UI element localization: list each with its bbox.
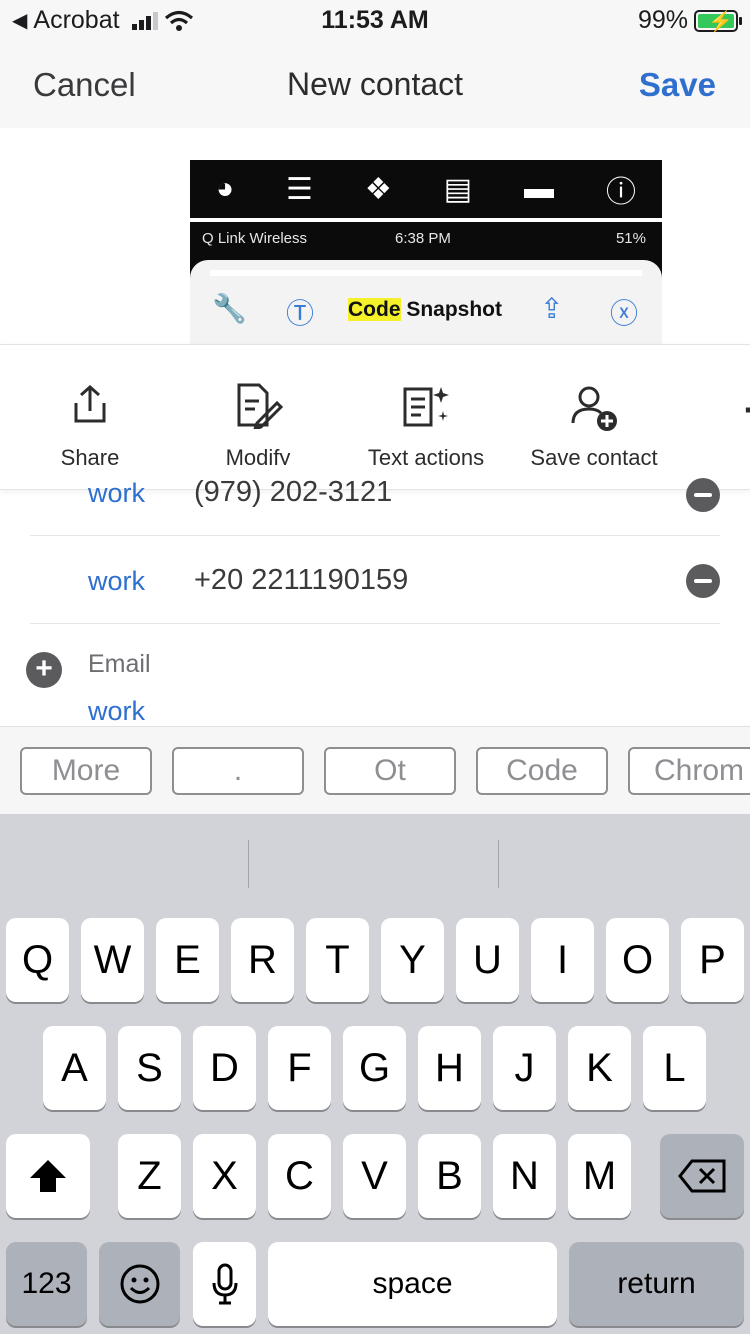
- keyboard: Q W E R T Y U I O P A S D F G H J K L Z …: [0, 814, 750, 1334]
- shift-key[interactable]: [6, 1134, 90, 1218]
- upload-icon: ⇪: [540, 293, 564, 324]
- numbers-key[interactable]: 123: [6, 1242, 87, 1326]
- suggestion-chip[interactable]: More: [20, 747, 152, 795]
- share-icon: [10, 383, 170, 435]
- return-key[interactable]: return: [569, 1242, 744, 1326]
- phone-row[interactable]: work (979) 202-3121: [30, 448, 720, 536]
- predictive-bar: [0, 814, 750, 904]
- phone-type[interactable]: work: [88, 566, 145, 597]
- suggestion-chip[interactable]: .: [172, 747, 304, 795]
- nav-bar: Cancel New contact Save: [0, 40, 750, 128]
- battery-status: 99% ⚡: [637, 6, 742, 35]
- info-icon: ⓘ: [605, 176, 636, 209]
- save-button[interactable]: Save: [639, 66, 716, 104]
- key-h[interactable]: H: [418, 1026, 481, 1110]
- document-icon: ▤: [443, 172, 473, 206]
- key-c[interactable]: C: [268, 1134, 331, 1218]
- phone-type[interactable]: work: [88, 478, 145, 509]
- key-f[interactable]: F: [268, 1026, 331, 1110]
- key-b[interactable]: B: [418, 1134, 481, 1218]
- suggestion-chip[interactable]: Ot: [324, 747, 456, 795]
- add-email-icon[interactable]: +: [26, 652, 62, 688]
- email-label: Email: [88, 650, 151, 678]
- key-y[interactable]: Y: [381, 918, 444, 1002]
- key-x[interactable]: X: [193, 1134, 256, 1218]
- battery-charging-icon: ⚡: [694, 9, 742, 33]
- more-icon: ⋯: [682, 383, 750, 435]
- preview-title: Code Snapshot: [348, 298, 503, 321]
- shift-icon: [30, 1160, 66, 1192]
- phone-value[interactable]: +20 2211190159: [194, 564, 408, 597]
- book-icon: ▬: [524, 172, 555, 205]
- key-m[interactable]: M: [568, 1134, 631, 1218]
- key-u[interactable]: U: [456, 918, 519, 1002]
- close-circle-icon: ⓧ: [610, 298, 639, 329]
- microphone-icon: [212, 1263, 237, 1305]
- save-contact-icon: [514, 383, 674, 435]
- key-i[interactable]: I: [531, 918, 594, 1002]
- text-circle-icon: Ⓣ: [286, 298, 315, 329]
- key-v[interactable]: V: [343, 1134, 406, 1218]
- microphone-key[interactable]: [193, 1242, 256, 1326]
- key-w[interactable]: W: [81, 918, 144, 1002]
- key-r[interactable]: R: [231, 918, 294, 1002]
- key-j[interactable]: J: [493, 1026, 556, 1110]
- suggestion-bar: More . Ot Code Chrom: [0, 726, 750, 814]
- key-d[interactable]: D: [193, 1026, 256, 1110]
- key-k[interactable]: K: [568, 1026, 631, 1110]
- list-icon: ☰: [286, 172, 313, 206]
- backspace-key[interactable]: [660, 1134, 744, 1218]
- predictive-divider: [498, 840, 499, 888]
- key-e[interactable]: E: [156, 918, 219, 1002]
- key-t[interactable]: T: [306, 918, 369, 1002]
- key-p[interactable]: P: [681, 918, 744, 1002]
- preview-toolbar: ◕ ☰ ❖ ▤ ▬ ⓘ: [190, 160, 662, 218]
- space-key[interactable]: space: [268, 1242, 557, 1326]
- key-o[interactable]: O: [606, 918, 669, 1002]
- preview-battery: 51%: [615, 230, 646, 247]
- palette-icon: ◕: [215, 172, 235, 205]
- email-type[interactable]: work: [88, 696, 145, 727]
- phone-value[interactable]: (979) 202-3121: [194, 476, 392, 509]
- key-z[interactable]: Z: [118, 1134, 181, 1218]
- modify-icon: [178, 383, 338, 435]
- backspace-icon: [678, 1159, 726, 1193]
- emoji-key[interactable]: [99, 1242, 180, 1326]
- scanned-image-preview: ◕ ☰ ❖ ▤ ▬ ⓘ Q Link Wireless 6:38 PM 51% …: [190, 160, 662, 350]
- page-title: New contact: [286, 66, 464, 102]
- cubes-icon: ❖: [364, 172, 392, 206]
- suggestion-chip[interactable]: Code: [476, 747, 608, 795]
- key-g[interactable]: G: [343, 1026, 406, 1110]
- key-s[interactable]: S: [118, 1026, 181, 1110]
- wrench-icon: 🔧: [212, 293, 247, 324]
- key-a[interactable]: A: [43, 1026, 106, 1110]
- preview-time: 6:38 PM: [395, 230, 451, 247]
- key-l[interactable]: L: [643, 1026, 706, 1110]
- text-actions-icon: [346, 383, 506, 435]
- key-q[interactable]: Q: [6, 918, 69, 1002]
- suggestion-chip[interactable]: Chrom: [628, 747, 750, 795]
- emoji-icon: [120, 1264, 159, 1304]
- predictive-divider: [248, 840, 249, 888]
- remove-phone-icon[interactable]: [686, 478, 720, 512]
- phone-row[interactable]: work +20 2211190159: [30, 536, 720, 624]
- battery-percent: 99%: [637, 6, 688, 34]
- remove-phone-icon[interactable]: [686, 564, 720, 598]
- status-bar: ◀ Acrobat 11:53 AM 99% ⚡: [0, 0, 750, 40]
- key-n[interactable]: N: [493, 1134, 556, 1218]
- preview-carrier: Q Link Wireless: [202, 230, 308, 247]
